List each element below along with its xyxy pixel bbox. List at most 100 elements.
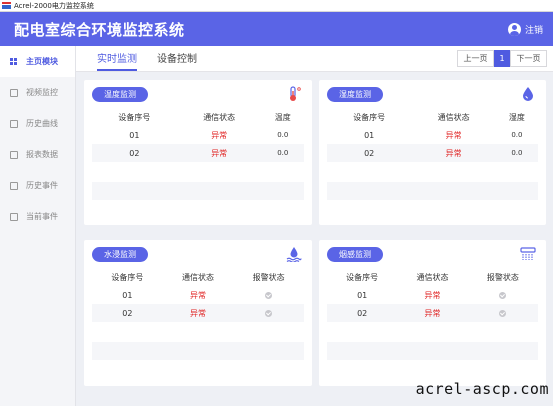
sidebar-item-label: 当前事件 — [26, 212, 58, 221]
column-header: 通信状态 — [181, 272, 214, 282]
alarm-status — [233, 304, 304, 322]
reading-value: 0.0 — [261, 126, 304, 144]
column-header: 报警状态 — [252, 272, 285, 282]
event-icon — [10, 212, 18, 221]
app-header: 配电室综合环境监控系统 注销 — [0, 12, 553, 46]
empty-row — [327, 342, 538, 360]
column-header: 设备序号 — [346, 272, 379, 282]
check-icon — [499, 309, 507, 317]
card-title-badge: 水浸监测 — [92, 247, 148, 262]
reading-value: 0.0 — [261, 144, 304, 162]
chart-icon — [10, 119, 18, 128]
device-id: 01 — [327, 126, 412, 144]
sidebar-item-current-events[interactable]: 当前事件 — [0, 201, 75, 232]
pagination: 上一页 1 下一页 — [457, 50, 547, 67]
smoke-card: 烟感监测 设备序号 通信状态 报警状态 01 异常 02 异常 — [319, 240, 546, 386]
table-row: 02 异常 — [92, 304, 304, 322]
comm-status: 异常 — [397, 286, 468, 304]
device-id: 02 — [327, 304, 398, 322]
water-leak-card: 水浸监测 设备序号 通信状态 报警状态 01 异常 02 异常 — [84, 240, 312, 386]
comm-status: 异常 — [162, 304, 234, 322]
column-header: 通信状态 — [437, 112, 470, 122]
window-titlebar: Acrel-2000电力监控系统 — [0, 0, 553, 12]
smoke-detector-icon — [520, 247, 536, 260]
page-number-button[interactable]: 1 — [494, 50, 510, 67]
sidebar-item-label: 视频监控 — [26, 88, 58, 97]
comm-status: 异常 — [176, 126, 262, 144]
device-id: 02 — [92, 144, 177, 162]
empty-row — [92, 342, 304, 360]
logout-button[interactable]: 注销 — [507, 22, 543, 36]
table-row: 01 异常 0.0 — [92, 126, 304, 144]
comm-status: 异常 — [411, 144, 496, 162]
comm-status: 异常 — [397, 304, 468, 322]
reading-value: 0.0 — [495, 126, 538, 144]
history-icon — [10, 181, 18, 190]
sidebar-item-video[interactable]: 视频监控 — [0, 77, 75, 108]
alarm-status — [233, 286, 304, 304]
data-table: 设备序号 通信状态 报警状态 01 异常 02 异常 — [92, 268, 304, 322]
comm-status: 异常 — [411, 126, 496, 144]
app-icon — [2, 2, 11, 9]
table-row: 01 异常 0.0 — [327, 126, 538, 144]
report-icon — [10, 150, 18, 159]
table-row: 02 异常 — [327, 304, 538, 322]
device-id: 02 — [92, 304, 163, 322]
device-id: 01 — [327, 286, 398, 304]
droplet-icon — [523, 87, 533, 101]
tab-device-control[interactable]: 设备控制 — [157, 50, 197, 71]
tab-realtime[interactable]: 实时监测 — [97, 50, 137, 71]
sidebar-item-label: 历史曲线 — [26, 119, 58, 128]
device-id: 01 — [92, 126, 177, 144]
data-table: 设备序号 通信状态 湿度 01 异常 0.0 02 异常 0.0 — [327, 108, 538, 162]
watermark: acrel-ascp.com — [415, 380, 549, 398]
device-id: 01 — [92, 286, 163, 304]
video-icon — [10, 88, 18, 97]
temperature-card: 温度监测 设备序号 通信状态 温度 01 异常 0.0 02 异常 0.0 — [84, 80, 312, 225]
table-row: 02 异常 0.0 — [327, 144, 538, 162]
sidebar-item-home[interactable]: 主页模块 — [0, 46, 75, 77]
thermometer-icon — [290, 86, 301, 101]
column-header: 设备序号 — [353, 112, 386, 122]
next-page-button[interactable]: 下一页 — [510, 50, 547, 67]
prev-page-button[interactable]: 上一页 — [457, 50, 494, 67]
card-title-badge: 烟感监测 — [327, 247, 383, 262]
empty-row — [92, 182, 304, 200]
card-title-badge: 湿度监测 — [327, 87, 383, 102]
column-header: 设备序号 — [111, 272, 144, 282]
device-id: 02 — [327, 144, 412, 162]
column-header: 设备序号 — [118, 112, 151, 122]
check-icon — [499, 291, 507, 299]
grid-icon — [10, 57, 18, 66]
comm-status: 异常 — [176, 144, 262, 162]
tab-bar: 实时监测 设备控制 上一页 1 下一页 — [76, 46, 553, 72]
window-title: Acrel-2000电力监控系统 — [14, 1, 94, 10]
alarm-status — [467, 286, 538, 304]
water-leak-icon — [286, 247, 302, 262]
alarm-status — [467, 304, 538, 322]
reading-value: 0.0 — [495, 144, 538, 162]
logout-label: 注销 — [524, 25, 543, 36]
table-row: 01 异常 — [327, 286, 538, 304]
column-header: 通信状态 — [203, 112, 236, 122]
column-header: 湿度 — [508, 112, 525, 122]
column-header: 温度 — [274, 112, 291, 122]
sidebar-item-label: 报表数据 — [26, 150, 58, 159]
sidebar-item-report[interactable]: 报表数据 — [0, 139, 75, 170]
table-row: 01 异常 — [92, 286, 304, 304]
sidebar: 主页模块 视频监控 历史曲线 报表数据 历史事件 当前事件 — [0, 46, 76, 406]
table-row: 02 异常 0.0 — [92, 144, 304, 162]
sidebar-item-label: 主页模块 — [26, 57, 58, 66]
empty-row — [327, 182, 538, 200]
data-table: 设备序号 通信状态 报警状态 01 异常 02 异常 — [327, 268, 538, 322]
card-title-badge: 温度监测 — [92, 87, 148, 102]
check-icon — [265, 291, 273, 299]
column-header: 通信状态 — [416, 272, 449, 282]
humidity-card: 湿度监测 设备序号 通信状态 湿度 01 异常 0.0 02 异常 0.0 — [319, 80, 546, 225]
sidebar-item-label: 历史事件 — [26, 181, 58, 190]
data-table: 设备序号 通信状态 温度 01 异常 0.0 02 异常 0.0 — [92, 108, 304, 162]
column-header: 报警状态 — [486, 272, 519, 282]
sidebar-item-history-curve[interactable]: 历史曲线 — [0, 108, 75, 139]
page-title: 配电室综合环境监控系统 — [14, 20, 185, 39]
sidebar-item-history-events[interactable]: 历史事件 — [0, 170, 75, 201]
